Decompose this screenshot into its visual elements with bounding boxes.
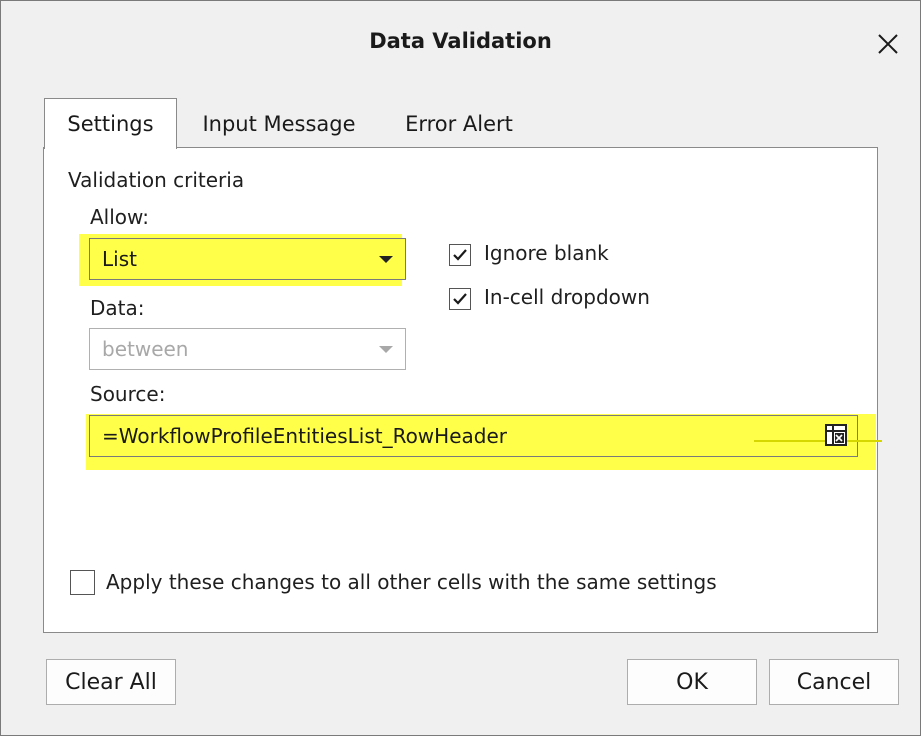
ignore-blank-checkbox[interactable] xyxy=(449,244,471,266)
allow-dropdown-value: List xyxy=(102,247,137,271)
chevron-down-icon xyxy=(379,256,393,263)
dialog-title: Data Validation xyxy=(369,29,552,53)
cancel-button-label: Cancel xyxy=(796,669,872,695)
tab-settings-label: Settings xyxy=(67,112,154,136)
cancel-button[interactable]: Cancel xyxy=(769,659,899,705)
data-label: Data: xyxy=(90,296,145,320)
source-input[interactable]: =WorkflowProfileEntitiesList_RowHeader xyxy=(89,415,858,457)
validation-criteria-label: Validation criteria xyxy=(68,168,245,192)
close-button[interactable] xyxy=(869,25,907,63)
allow-label: Allow: xyxy=(90,205,150,229)
in-cell-dropdown-checkbox[interactable] xyxy=(449,288,471,310)
checkmark-icon xyxy=(453,249,467,261)
settings-panel: Validation criteria Allow: List Data: be… xyxy=(43,147,882,633)
data-dropdown-value: between xyxy=(102,337,189,361)
tab-input-message[interactable]: Input Message xyxy=(187,101,371,147)
ok-button[interactable]: OK xyxy=(627,659,757,705)
title-bar: Data Validation xyxy=(1,1,920,81)
ignore-blank-label: Ignore blank xyxy=(484,241,609,265)
in-cell-dropdown-label: In-cell dropdown xyxy=(484,285,650,309)
tab-error-alert[interactable]: Error Alert xyxy=(389,101,529,147)
apply-all-checkbox[interactable] xyxy=(70,570,95,595)
data-dropdown[interactable]: between xyxy=(89,328,406,370)
apply-all-label: Apply these changes to all other cells w… xyxy=(106,570,717,594)
allow-dropdown[interactable]: List xyxy=(89,238,406,280)
tab-settings[interactable]: Settings xyxy=(44,98,177,149)
clear-all-button[interactable]: Clear All xyxy=(46,659,176,705)
ok-button-label: OK xyxy=(676,669,708,695)
tab-error-alert-label: Error Alert xyxy=(405,112,513,136)
chevron-down-icon xyxy=(379,346,393,353)
range-selector-icon xyxy=(825,424,847,446)
close-icon xyxy=(878,34,898,54)
source-label: Source: xyxy=(90,382,166,406)
tab-input-message-label: Input Message xyxy=(202,112,356,136)
clear-all-button-label: Clear All xyxy=(65,669,157,695)
checkmark-icon xyxy=(453,293,467,305)
source-input-value: =WorkflowProfileEntitiesList_RowHeader xyxy=(102,424,507,448)
range-selector-button[interactable] xyxy=(825,424,847,446)
data-validation-dialog: Data Validation Settings Input Message E… xyxy=(0,0,921,736)
highlight-stroke xyxy=(754,440,882,442)
